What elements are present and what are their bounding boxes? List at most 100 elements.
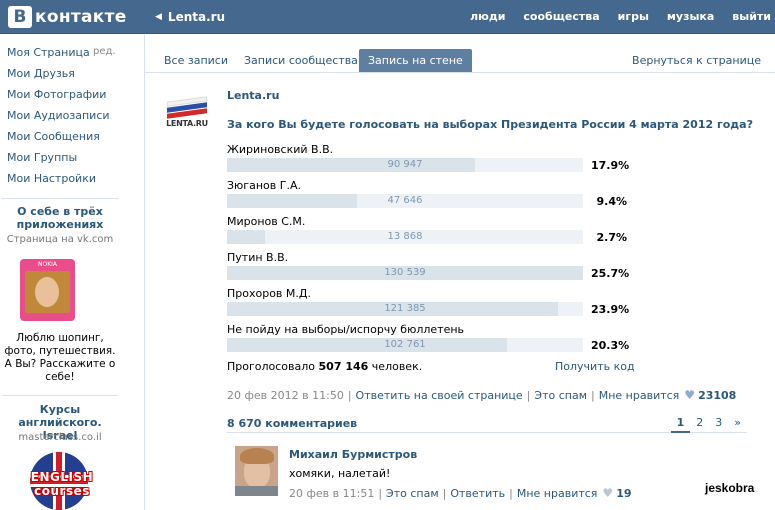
vk-logo-text: контакте (35, 7, 127, 27)
breadcrumb[interactable]: ◀ Lenta.ru (155, 10, 225, 24)
ad-image-english[interactable]: ENGLISH courses (18, 452, 106, 510)
avatar-hair (240, 448, 274, 464)
poll-option-bar: 130 539 (227, 266, 583, 280)
poll-option-bar: 90 947 (227, 158, 583, 172)
heart-icon[interactable]: ♥ (684, 388, 695, 402)
post-date[interactable]: 20 фев 2012 в 11:50 (227, 389, 344, 402)
poll-option-percent: 17.9% (591, 159, 630, 172)
comment-like-link[interactable]: Мне нравится (517, 487, 598, 500)
poll-option-bar: 102 761 (227, 338, 583, 352)
meta-separator: | (378, 486, 383, 500)
meta-separator: | (591, 388, 595, 402)
ad-text[interactable]: Люблю шопинг, фото, путешествия. А Вы? Р… (0, 332, 120, 384)
poll-option-percent: 20.3% (591, 339, 630, 352)
sidebar-item-my-page[interactable]: Моя Страница (7, 46, 90, 59)
meta-separator: | (347, 388, 352, 402)
post-meta: 20 фев 2012 в 11:50 | Ответить на своей … (227, 388, 736, 402)
left-sidebar: Моя Страница ред. Мои Друзья Мои Фотогра… (0, 35, 120, 510)
poll-option-votes: 47 646 (387, 195, 423, 206)
meta-separator: | (442, 486, 447, 500)
avatar-brand-text: LENTA.RU (166, 119, 208, 128)
sidebar-item-friends[interactable]: Мои Друзья (7, 67, 75, 80)
back-arrow-icon: ◀ (155, 12, 162, 22)
tab-community-posts[interactable]: Записи сообщества (235, 49, 367, 72)
tab-all-posts[interactable]: Все записи (155, 49, 237, 72)
phone-screen (25, 271, 70, 313)
ad-title[interactable]: О себе в трёх приложениях (0, 205, 120, 231)
sidebar-item-messages[interactable]: Мои Сообщения (7, 130, 100, 143)
sidebar-item-photos[interactable]: Мои Фотографии (7, 88, 106, 101)
get-code-link[interactable]: Получить код (555, 360, 635, 373)
watermark: jeskobra (705, 481, 755, 495)
sidebar-item-audio[interactable]: Мои Аудиозаписи (7, 109, 110, 122)
main-content: Все записи Записи сообщества Запись на с… (144, 35, 775, 510)
poll-option-votes: 13 868 (387, 231, 423, 242)
edit-link[interactable]: ред. (93, 46, 116, 57)
poll-option-label: Прохоров М.Д. (227, 287, 311, 300)
page-2[interactable]: 2 (690, 415, 709, 433)
comments-header: 8 670 комментариев 1 2 3 » (227, 411, 747, 433)
like-count[interactable]: 23108 (698, 389, 736, 402)
poll-total-prefix: Проголосовало (227, 360, 316, 373)
comment-spam-link[interactable]: Это спам (386, 487, 439, 500)
comment-reply-link[interactable]: Ответить (450, 487, 505, 500)
nav-people[interactable]: люди (470, 10, 505, 23)
poll-option-percent: 23.9% (591, 303, 630, 316)
poll-question: За кого Вы будете голосовать на выборах … (227, 118, 753, 131)
top-nav: люди сообщества игры музыка выйти (470, 10, 771, 23)
top-header: В контакте ◀ Lenta.ru люди сообщества иг… (0, 0, 775, 34)
heart-icon[interactable]: ♥ (602, 486, 613, 500)
vk-logo-mark: В (8, 6, 32, 28)
ad-image-phone[interactable]: NOKIA (20, 259, 75, 321)
page-3[interactable]: 3 (709, 415, 728, 433)
poll-option-percent: 25.7% (591, 267, 630, 280)
poll-total-suffix: человек. (371, 360, 423, 373)
phone-face (35, 277, 59, 307)
ad-image-caption: ENGLISH courses (30, 470, 94, 498)
post-author[interactable]: Lenta.ru (227, 89, 279, 102)
sidebar-divider (2, 198, 118, 199)
like-link[interactable]: Мне нравится (599, 389, 680, 402)
page-1[interactable]: 1 (670, 415, 691, 433)
spam-link[interactable]: Это спам (534, 389, 587, 402)
ad-source-english: masterclass.co.il (18, 432, 102, 443)
poll-option-votes: 102 761 (384, 339, 426, 350)
comments-count[interactable]: 8 670 комментариев (227, 417, 357, 430)
poll-total: Проголосовало 507 146 человек. (227, 360, 422, 373)
sidebar-item-settings[interactable]: Мои Настройки (7, 172, 96, 185)
tab-wall-post[interactable]: Запись на стене (359, 49, 472, 72)
meta-separator: | (509, 486, 513, 500)
meta-separator: | (526, 388, 531, 402)
comment-meta: 20 фев в 11:51 | Это спам | Ответить | М… (289, 486, 632, 500)
nav-music[interactable]: музыка (667, 10, 714, 23)
tabs-bar: Все записи Записи сообщества Запись на с… (145, 35, 775, 73)
page-next[interactable]: » (728, 415, 747, 433)
poll-option-votes: 90 947 (387, 159, 423, 170)
reply-on-wall-link[interactable]: Ответить на своей странице (356, 389, 523, 402)
vk-logo[interactable]: В контакте (8, 6, 127, 28)
poll-option-bar: 13 868 (227, 230, 583, 244)
poll-option-bar: 121 385 (227, 302, 583, 316)
poll-option-label: Путин В.В. (227, 251, 289, 264)
poll-total-count: 507 146 (318, 360, 369, 373)
phone-brand: NOKIA (37, 261, 58, 268)
nav-games[interactable]: игры (618, 10, 649, 23)
sidebar-divider (2, 395, 118, 396)
comment-date[interactable]: 20 фев в 11:51 (289, 487, 374, 500)
lenta-avatar[interactable]: LENTA.RU (165, 96, 209, 129)
poll-option-percent: 9.4% (596, 195, 627, 208)
poll-option-label: Не пойду на выборы/испорчу бюллетень (227, 323, 465, 336)
comment-avatar[interactable] (235, 446, 278, 496)
pagination: 1 2 3 » (670, 415, 747, 433)
avatar-shirt (235, 486, 278, 496)
nav-logout[interactable]: выйти (732, 10, 771, 23)
sidebar-item-groups[interactable]: Мои Группы (7, 151, 77, 164)
nav-communities[interactable]: сообщества (523, 10, 599, 23)
poll-option-label: Миронов С.М. (227, 215, 306, 228)
comment-like-count[interactable]: 19 (616, 487, 631, 500)
poll-option-label: Жириновский В.В. (227, 143, 334, 156)
poll-option-bar: 47 646 (227, 194, 583, 208)
comment-author[interactable]: Михаил Бурмистров (289, 448, 417, 461)
breadcrumb-label: Lenta.ru (167, 10, 226, 24)
back-to-page-link[interactable]: Вернуться к странице (632, 54, 761, 67)
